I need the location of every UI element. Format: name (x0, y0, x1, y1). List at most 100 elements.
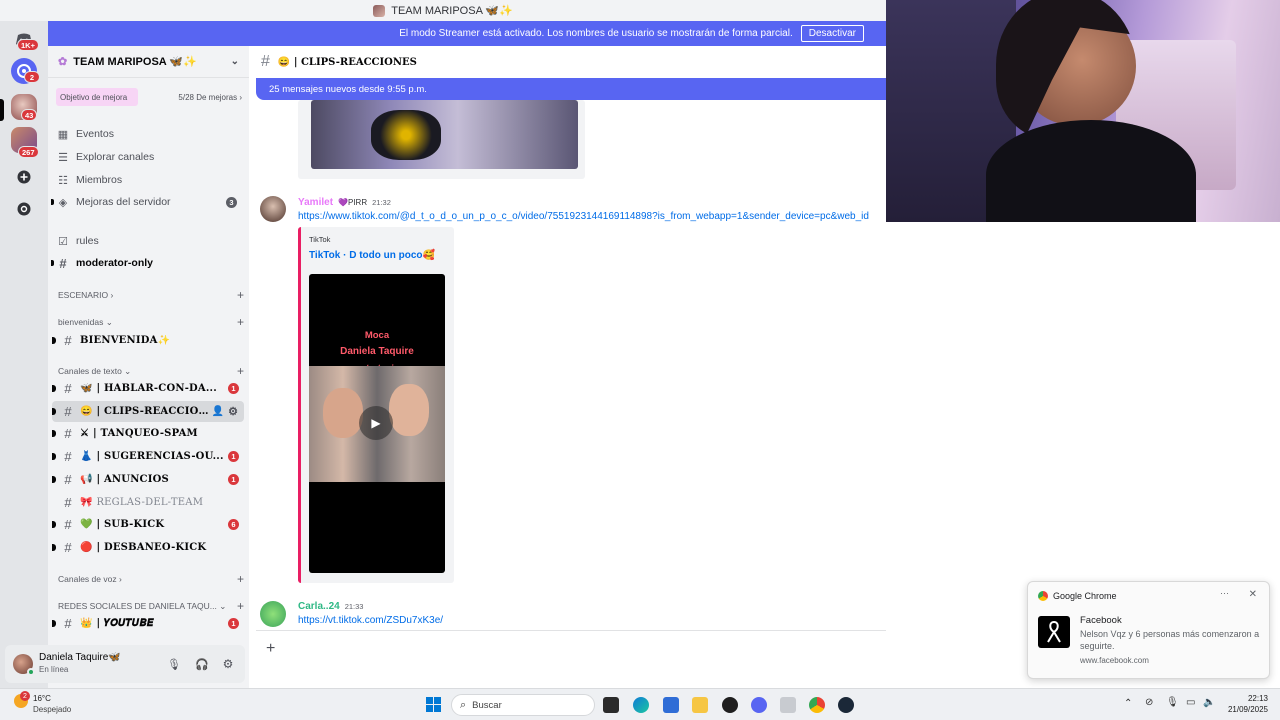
channel-reglas-del-team[interactable]: # 🎀 REGLAS-DEL-TEAM (52, 492, 244, 513)
window-titlebar: TEAM MARIPOSA 🦋✨ (0, 0, 886, 21)
channel-sugerencias[interactable]: # 👗 | SUGERENCIAS-OU... 1 (52, 446, 244, 467)
video-thumbnail[interactable]: Moca Daniela Taquire estrategia ▶ (309, 274, 445, 573)
notification-source: www.facebook.com (1080, 656, 1149, 665)
message-link[interactable]: https://www.tiktok.com/@d_t_o_d_o_un_p_o… (298, 211, 886, 222)
add-channel-plus-icon[interactable]: + (237, 572, 244, 586)
message-author[interactable]: Carla..24 (298, 601, 340, 612)
edge-browser-icon[interactable] (633, 697, 649, 713)
discover-button[interactable] (11, 196, 37, 222)
obs-icon[interactable] (722, 697, 738, 713)
weather-temp[interactable]: 16°C (33, 694, 51, 703)
channel-anuncios[interactable]: # 📢 | ANUNCIOS 1 (52, 469, 244, 490)
plus-icon (17, 170, 31, 184)
category-bienvenidas[interactable]: bienvenidas ⌄ + (58, 315, 244, 329)
channel-hablar-con-daniela[interactable]: # 🦋 | HABLAR-CON-DA... 1 (52, 378, 244, 399)
network-icon[interactable]: ⊘ (1145, 697, 1153, 708)
hash-icon: # (64, 616, 72, 631)
add-channel-plus-icon[interactable]: + (237, 315, 244, 329)
add-channel-plus-icon[interactable]: + (237, 364, 244, 378)
grin-face-icon: 😄 (80, 406, 93, 417)
nav-browse-channels[interactable]: ☰ Explorar canales (57, 147, 242, 167)
boost-count-badge: 3 (226, 196, 237, 208)
start-windows-icon[interactable] (426, 697, 441, 712)
unread-indicator (52, 337, 56, 344)
clock[interactable]: 22:13 21/09/2025 (1222, 693, 1268, 715)
close-icon[interactable]: ✕ (1249, 589, 1257, 600)
more-options-icon[interactable]: ··· (1220, 588, 1229, 598)
unread-indicator (52, 430, 56, 437)
server-header[interactable]: ✿ TEAM MARIPOSA 🦋✨ ⌄ (48, 46, 249, 78)
channel-bienvenida[interactable]: # BIENVENIDA✨ (52, 330, 244, 351)
add-channel-plus-icon[interactable]: + (237, 599, 244, 613)
add-server-button[interactable] (11, 164, 37, 190)
boost-gem-icon: ◈ (58, 196, 68, 209)
hash-icon: # (64, 540, 72, 555)
unread-indicator (51, 199, 54, 205)
mention-badge: 6 (228, 519, 239, 530)
channel-tanqueo-spam[interactable]: # ⚔ | TANQUEO-SPAM (52, 423, 244, 444)
user-settings-gear-icon[interactable]: ⚙ (219, 657, 237, 671)
unread-indicator (52, 476, 56, 483)
app-icon[interactable] (780, 697, 796, 713)
nav-events[interactable]: ▦ Eventos (57, 124, 242, 144)
display-icon[interactable]: ▭ (1186, 697, 1195, 708)
add-channel-plus-icon[interactable]: + (237, 288, 244, 302)
embed-image[interactable] (311, 100, 578, 169)
message-header: Carla..24 21:33 (298, 601, 363, 612)
microphone-icon[interactable]: 🎙 (163, 658, 185, 671)
chevron-up-icon[interactable]: ⌃ (1124, 698, 1132, 709)
chrome-icon[interactable] (809, 697, 825, 713)
hash-icon: # (64, 517, 72, 532)
boost-goal-bar[interactable]: Objetivo de mejora 5/28 De mejoras › (56, 88, 246, 106)
channel-clips-reacciones[interactable]: # 😄 | CLIPS-REACCION... 👤 ⚙ (52, 401, 244, 422)
nav-server-boosts[interactable]: ◈ Mejoras del servidor 3 (51, 192, 242, 212)
disable-streamer-button[interactable]: Desactivar (800, 25, 864, 42)
swords-icon: ⚔ (80, 428, 89, 439)
category-text-channels[interactable]: Canales de texto ⌄ + (58, 364, 244, 378)
avatar[interactable] (260, 196, 286, 222)
video-caption: Moca (364, 330, 390, 341)
play-icon[interactable]: ▶ (359, 406, 393, 440)
server-badge: 2 (24, 71, 40, 83)
message-author[interactable]: Yamilet (298, 197, 333, 208)
chrome-notification[interactable]: Google Chrome ··· ✕ Facebook Nelson Vqz … (1027, 581, 1270, 679)
avatar[interactable] (13, 654, 35, 676)
channel-sub-kick[interactable]: # 💚 | SUB-KICK 6 (52, 514, 244, 535)
mention-badge: 1 (228, 451, 239, 462)
invite-icon[interactable]: 👤 (212, 406, 224, 417)
channel-moderator-only[interactable]: # moderator-only (51, 253, 242, 273)
channel-rules[interactable]: ☑ rules (57, 231, 242, 251)
task-view-icon[interactable] (603, 697, 619, 713)
dress-icon: 👗 (80, 451, 93, 462)
channel-youtube[interactable]: # 👑 | 𝒀𝑶𝑼𝑻𝑼𝑩𝑬 1 (52, 613, 244, 634)
avatar[interactable] (260, 601, 286, 627)
unread-indicator (52, 620, 56, 627)
volume-icon[interactable]: 🔈 (1203, 697, 1215, 708)
message-composer[interactable]: + (256, 630, 886, 666)
megaphone-icon: 📢 (80, 474, 93, 485)
category-escenario[interactable]: ESCENARIO › + (58, 288, 244, 302)
nav-members[interactable]: ☷ Miembros (57, 170, 242, 190)
unread-indicator (52, 453, 56, 460)
store-icon[interactable] (663, 697, 679, 713)
ribbon-icon: 🎀 (80, 497, 93, 508)
message-time: 21:33 (344, 602, 364, 611)
steam-icon[interactable] (838, 697, 854, 713)
category-voice-channels[interactable]: Canales de voz › + (58, 572, 244, 586)
hash-icon: # (64, 472, 72, 487)
team-mariposa-badge: 43 (21, 109, 38, 121)
taskbar-search[interactable]: ⌕ Buscar (451, 694, 595, 716)
browse-channels-icon: ☰ (58, 151, 68, 164)
file-explorer-icon[interactable] (692, 697, 708, 713)
mention-badge: 1 (228, 474, 239, 485)
microphone-icon[interactable]: 🎙 (1166, 697, 1179, 708)
discord-icon[interactable] (751, 697, 767, 713)
category-redes-sociales[interactable]: REDES SOCIALES DE DANIELA TAQU... ⌄ + (58, 599, 244, 613)
gear-icon[interactable]: ⚙ (228, 405, 238, 418)
add-attachment-plus-icon[interactable]: + (266, 640, 275, 658)
new-messages-bar[interactable]: 25 mensajes nuevos desde 9:55 p.m. (256, 78, 886, 100)
channel-desbaneo-kick[interactable]: # 🔴 | DESBANEO-KICK (52, 537, 244, 558)
embed-title[interactable]: TikTok · D todo un poco🥰 (309, 250, 435, 261)
message-link[interactable]: https://vt.tiktok.com/ZSDu7xK3e/ (298, 615, 443, 626)
headphones-icon[interactable]: 🎧 (191, 658, 213, 671)
